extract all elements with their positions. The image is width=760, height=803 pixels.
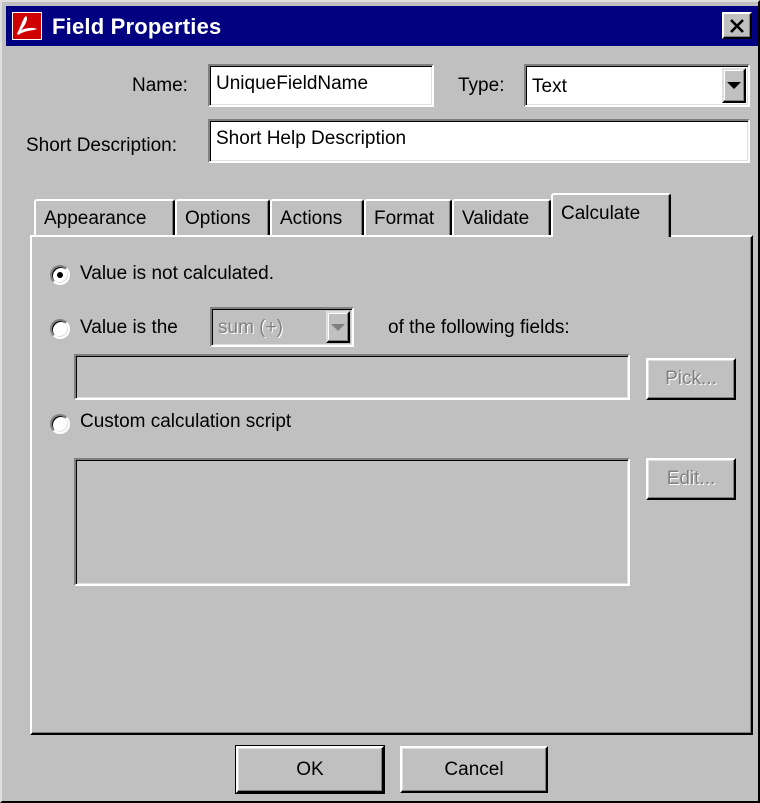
- tab-format-label: Format: [374, 208, 435, 229]
- name-label: Name:: [132, 75, 188, 96]
- operation-select[interactable]: sum (+): [210, 307, 354, 347]
- tab-calculate-label: Calculate: [561, 203, 641, 224]
- value-is-the-radio[interactable]: [50, 319, 70, 339]
- short-description-input[interactable]: Short Help Description: [208, 119, 750, 163]
- field-properties-dialog: Field Properties Name: UniqueFieldName T…: [0, 0, 760, 803]
- fields-list-input[interactable]: [74, 354, 630, 400]
- edit-button[interactable]: Edit...: [646, 458, 736, 500]
- tab-options[interactable]: Options: [175, 199, 270, 237]
- close-icon[interactable]: [722, 12, 752, 39]
- short-description-label: Short Description:: [26, 135, 178, 156]
- operation-select-value: sum (+): [218, 317, 283, 338]
- tab-actions-label: Actions: [280, 208, 343, 229]
- tab-validate-label: Validate: [462, 208, 530, 229]
- cancel-button-label: Cancel: [444, 758, 504, 780]
- window-title: Field Properties: [52, 14, 222, 39]
- tab-format[interactable]: Format: [364, 199, 452, 237]
- type-select[interactable]: Text: [524, 64, 750, 107]
- script-textarea[interactable]: [74, 458, 630, 586]
- radio-selected-dot: [57, 272, 63, 278]
- title-bar[interactable]: Field Properties: [6, 6, 758, 46]
- chevron-down-icon[interactable]: [326, 311, 350, 343]
- not-calculated-radio[interactable]: [50, 265, 70, 285]
- acrobat-icon[interactable]: [12, 12, 42, 40]
- tab-validate[interactable]: Validate: [452, 199, 551, 237]
- tab-appearance-label: Appearance: [44, 208, 147, 229]
- tab-calculate[interactable]: Calculate: [551, 193, 671, 237]
- name-input[interactable]: UniqueFieldName: [208, 64, 434, 107]
- type-select-value: Text: [532, 76, 567, 97]
- edit-button-label: Edit...: [666, 468, 716, 489]
- value-is-the-label[interactable]: Value is the: [80, 317, 178, 339]
- pick-button[interactable]: Pick...: [646, 358, 736, 400]
- type-label: Type:: [458, 75, 505, 96]
- cancel-button[interactable]: Cancel: [400, 746, 548, 793]
- ok-button-label: OK: [296, 758, 324, 780]
- pick-button-label: Pick...: [665, 368, 717, 389]
- custom-script-radio[interactable]: [50, 414, 70, 434]
- chevron-down-icon[interactable]: [722, 68, 746, 103]
- not-calculated-label[interactable]: Value is not calculated.: [80, 263, 274, 285]
- following-fields-label: of the following fields:: [388, 317, 570, 338]
- tab-options-label: Options: [185, 208, 251, 229]
- tab-appearance[interactable]: Appearance: [34, 199, 175, 237]
- tab-actions[interactable]: Actions: [270, 199, 364, 237]
- custom-script-label[interactable]: Custom calculation script: [80, 411, 291, 433]
- ok-button[interactable]: OK: [235, 745, 385, 794]
